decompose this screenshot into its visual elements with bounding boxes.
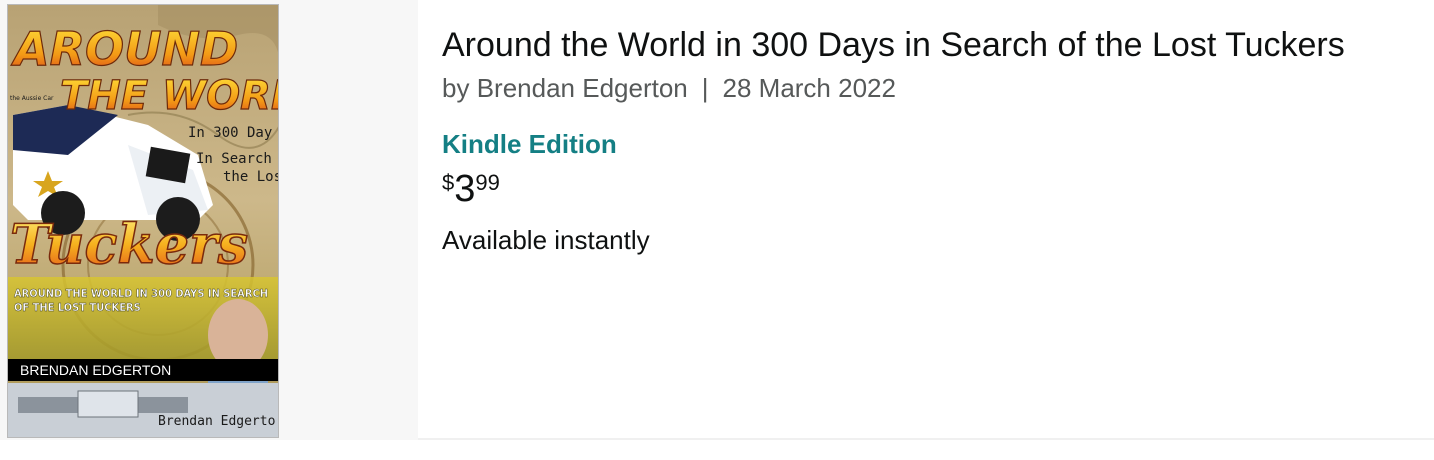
cover-car-note: the Aussie Car — [10, 95, 54, 102]
byline-prefix: by — [442, 73, 470, 103]
book-cover-image[interactable]: AROUND THE WORLD the Aussie Car In 300 D… — [7, 4, 279, 438]
cover-subtitle-line2: In Search o — [196, 151, 279, 167]
byline-separator: | — [701, 73, 709, 103]
cover-title-line1: AROUND — [11, 22, 238, 76]
cover-author-band: BRENDAN EDGERTON — [20, 362, 171, 378]
card-divider — [418, 438, 1434, 440]
format-link[interactable]: Kindle Edition — [442, 128, 1414, 160]
author-name[interactable]: Brendan Edgerton — [477, 73, 688, 103]
cover-signature: Brendan Edgerto — [158, 414, 275, 429]
product-title[interactable]: Around the World in 300 Days in Search o… — [442, 24, 1414, 66]
cover-title-line2: THE WORLD — [60, 73, 279, 119]
product-card[interactable]: AROUND THE WORLD the Aussie Car In 300 D… — [0, 0, 1434, 440]
cover-tagline-line1: AROUND THE WORLD IN 300 DAYS IN SEARCH — [14, 287, 268, 300]
cover-subtitle-line1: In 300 Day — [188, 125, 272, 141]
price-fraction: 99 — [475, 170, 500, 195]
byline: by Brendan Edgerton | 28 March 2022 — [442, 72, 1414, 104]
availability-text: Available instantly — [442, 225, 650, 255]
publish-date: 28 March 2022 — [722, 73, 896, 103]
product-details: Around the World in 300 Days in Search o… — [442, 24, 1414, 256]
cover-big-word: Tuckers — [10, 212, 248, 276]
cover-image-panel: AROUND THE WORLD the Aussie Car In 300 D… — [0, 0, 418, 440]
cover-tagline-line2: OF THE LOST TUCKERS — [14, 301, 141, 314]
cover-subtitle-line3: the Los — [223, 169, 279, 185]
price-symbol: $ — [442, 170, 455, 195]
price-whole: 3 — [454, 168, 476, 210]
price[interactable]: $399 — [442, 168, 1414, 214]
